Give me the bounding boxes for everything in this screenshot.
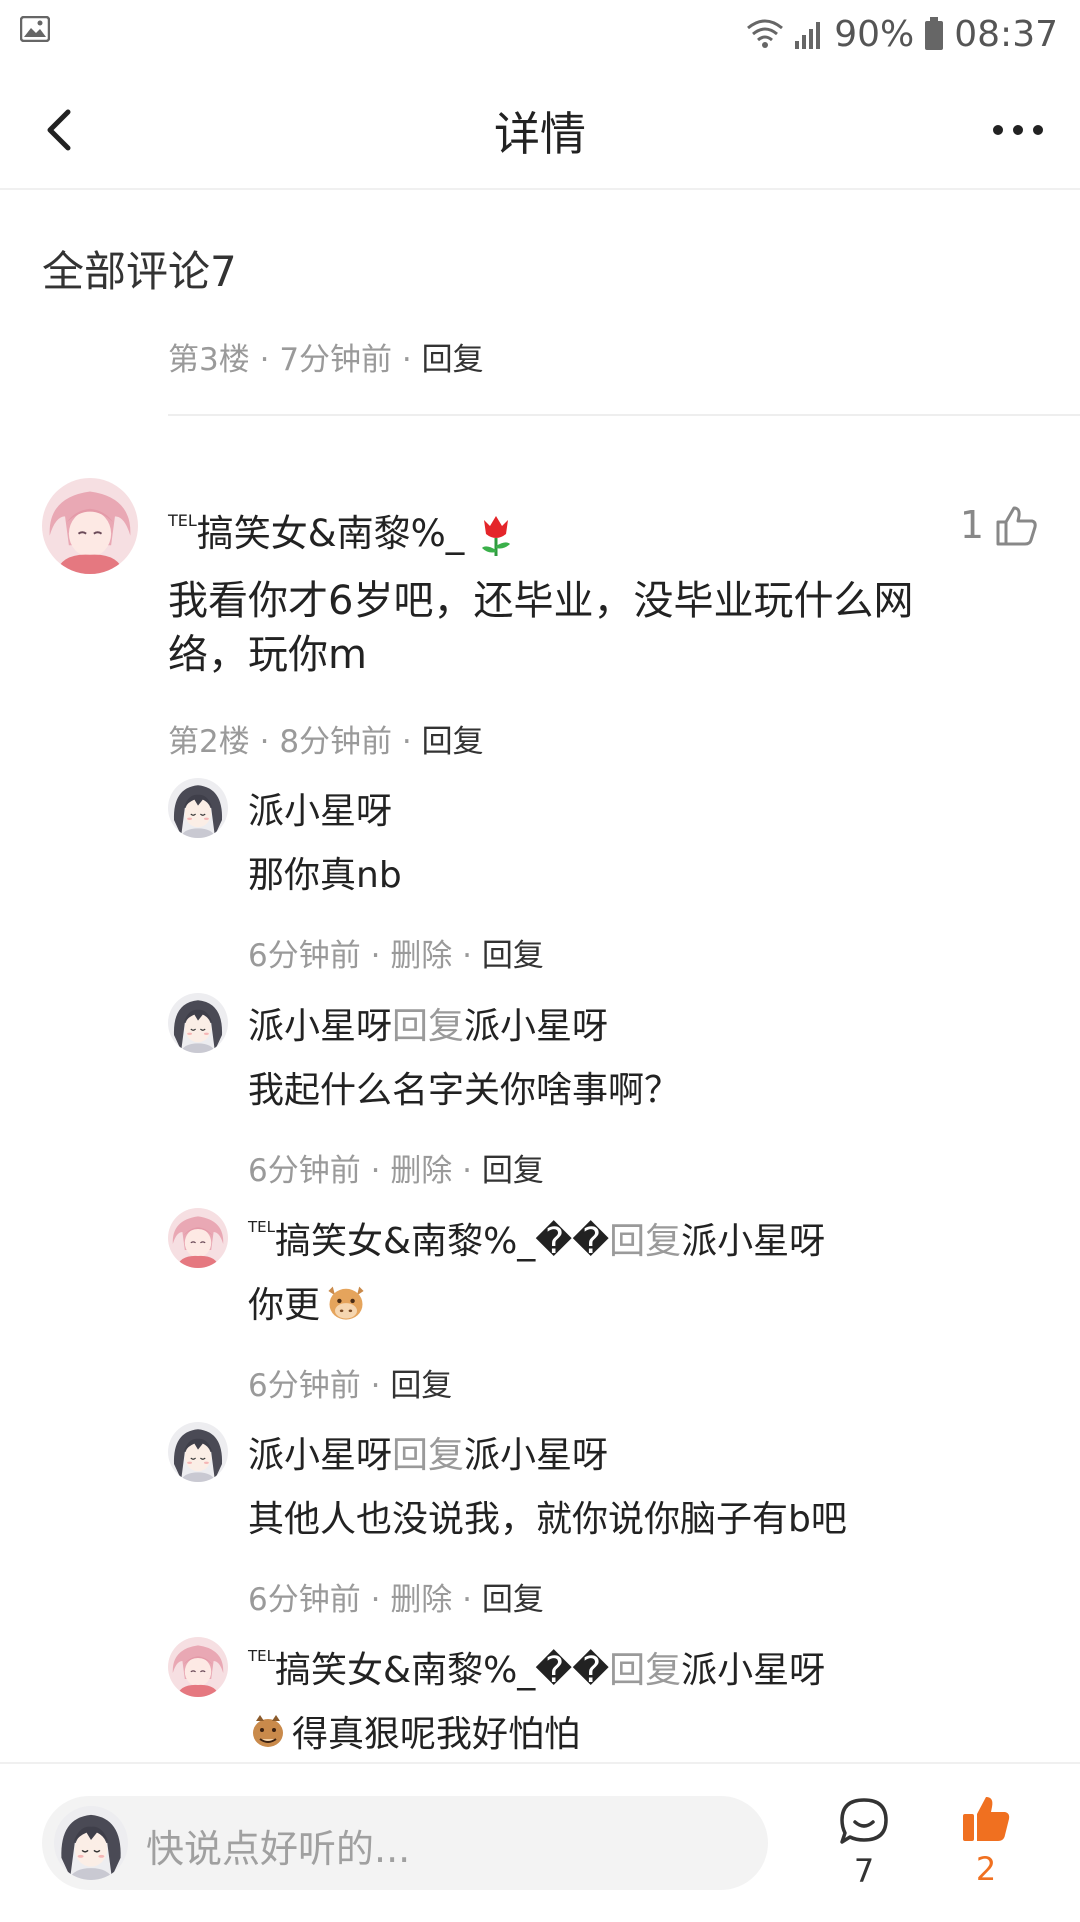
delete-button[interactable]: 删除 (390, 938, 452, 974)
cow-emoji-icon (324, 1280, 368, 1324)
floor-label: 第2楼 (168, 724, 250, 760)
comment-input-placeholder: 快说点好听的... (146, 1827, 411, 1871)
reply-meta: 6分钟前 · 删除 · 回复 (248, 1582, 544, 1618)
battery-icon (925, 17, 944, 50)
avatar[interactable] (42, 478, 138, 574)
reply-meta: 6分钟前 · 删除 · 回复 (248, 1153, 544, 1189)
gallery-icon (20, 16, 50, 42)
avatar[interactable] (168, 778, 228, 838)
reply-username[interactable]: 派小星呀回复派小星呀 (248, 997, 608, 1049)
reply-meta: 6分钟前 · 回复 (248, 1368, 453, 1404)
divider (168, 414, 1080, 416)
clock: 08:37 (954, 13, 1058, 55)
reply-username[interactable]: TEL搞笑女&南黎%_��回复派小星呀 (248, 1641, 825, 1693)
reply-button[interactable]: 回复 (422, 342, 484, 378)
comments-button[interactable]: 7 (836, 1796, 892, 1890)
more-options-icon[interactable] (990, 122, 1046, 138)
floor3-meta: 第3楼 · 7分钟前 · 回复 (168, 342, 484, 378)
like-count: 2 (975, 1850, 997, 1888)
like-button[interactable]: 1 (960, 503, 1038, 547)
reply-time: 6分钟前 (248, 1368, 361, 1404)
comment-count: 7 (853, 1852, 875, 1890)
nav-bar: 详情 (0, 70, 1080, 190)
avatar (54, 1806, 128, 1880)
avatar[interactable] (168, 1208, 228, 1268)
battery-percent: 90% (834, 13, 915, 55)
all-comments-title: 全部评论7 (42, 247, 237, 296)
signal-icon (795, 22, 821, 49)
comment-bubble-icon (840, 1798, 888, 1844)
reply-item: TEL搞笑女&南黎%_��回复派小星呀 得真狠呢我好怕怕 (168, 1637, 1048, 1762)
reply-meta: 6分钟前 · 删除 · 回复 (248, 938, 544, 974)
reply-text: 其他人也没说我，就你说你脑子有b吧 (248, 1499, 847, 1540)
reply-text: 我起什么名字关你啥事啊？ (248, 1070, 681, 1111)
like-count: 1 (959, 503, 984, 547)
avatar[interactable] (168, 1637, 228, 1697)
thumb-up-filled-icon (963, 1797, 1010, 1841)
reply-time: 6分钟前 (248, 938, 361, 974)
horse-emoji-icon (253, 1715, 283, 1747)
floor-label: 第3楼 (168, 342, 250, 378)
comment-username[interactable]: TEL搞笑女&南黎%_ (168, 503, 516, 558)
reply-button[interactable]: 回复 (482, 1153, 544, 1189)
reply-button[interactable]: 回复 (482, 1582, 544, 1618)
delete-button[interactable]: 删除 (390, 1153, 452, 1189)
reply-button[interactable]: 回复 (422, 724, 484, 760)
reply-username[interactable]: TEL搞笑女&南黎%_��回复派小星呀 (248, 1212, 825, 1264)
reply-username[interactable]: 派小星呀 (248, 782, 392, 834)
reply-username[interactable]: 派小星呀回复派小星呀 (248, 1426, 608, 1478)
avatar[interactable] (168, 993, 228, 1053)
comment-time: 8分钟前 (279, 724, 393, 760)
page-title: 详情 (494, 107, 586, 161)
thumb-up-outline-icon (996, 506, 1037, 546)
reply-text: 得真狠呢我好怕怕 (248, 1705, 580, 1757)
reply-text: 你更 (248, 1276, 368, 1328)
wifi-icon (747, 19, 784, 48)
tulip-emoji-icon (482, 515, 511, 556)
reply-button[interactable]: 回复 (482, 938, 544, 974)
comment-text: 我看你才6岁吧，还毕业，没毕业玩什么网络，玩你m (168, 578, 914, 678)
bottom-bar: 快说点好听的... 7 2 (0, 1762, 1080, 1922)
reply-button[interactable]: 回复 (390, 1368, 452, 1404)
avatar[interactable] (168, 1422, 228, 1482)
floor2-meta: 第2楼 · 8分钟前 · 回复 (168, 724, 484, 760)
reply-text: 那你真nb (248, 855, 402, 896)
reply-time: 6分钟前 (248, 1153, 361, 1189)
like-post-button[interactable]: 2 (958, 1794, 1014, 1888)
status-bar: 90% 08:37 (0, 0, 1080, 70)
reply-time: 6分钟前 (248, 1582, 361, 1618)
comment-input[interactable]: 快说点好听的... (42, 1796, 768, 1890)
comment-time: 7分钟前 (279, 342, 393, 378)
delete-button[interactable]: 删除 (390, 1582, 452, 1618)
